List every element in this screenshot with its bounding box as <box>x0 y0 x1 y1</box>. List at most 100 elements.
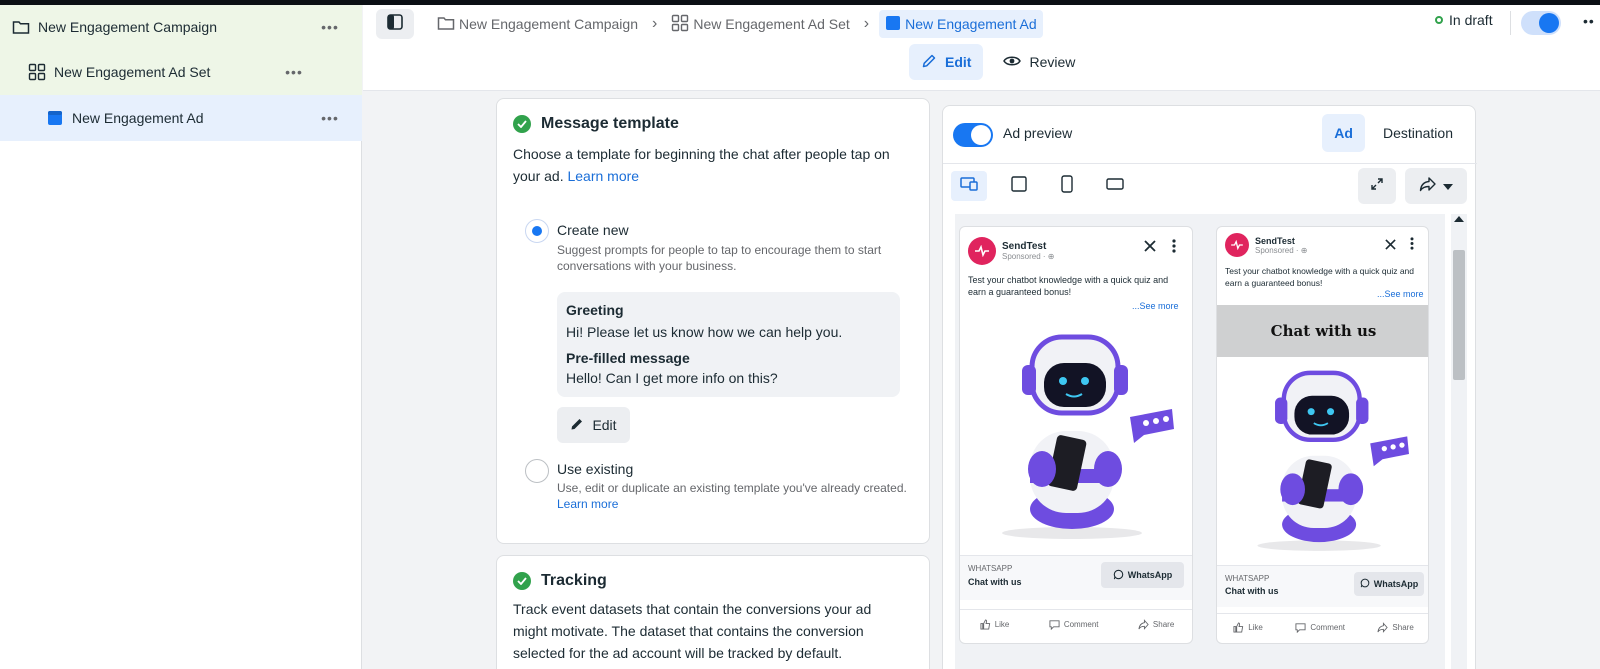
share-icon <box>1419 176 1437 197</box>
draft-status-dot <box>1435 16 1443 24</box>
sidebar-item-label: New Engagement Ad <box>72 110 204 126</box>
like-action: Like <box>1233 622 1263 633</box>
sidebar-item-label: New Engagement Ad Set <box>54 63 211 80</box>
platform-label: WHATSAPP <box>968 564 1013 573</box>
multi-placement-button[interactable] <box>951 171 987 201</box>
ads-manager-app: New Engagement Campaign ••• New Engageme… <box>0 5 1600 669</box>
tab-review[interactable]: Review <box>991 44 1087 80</box>
expand-button[interactable] <box>1358 168 1396 204</box>
tab-edit[interactable]: Edit <box>909 44 984 80</box>
greeting-value: Hi! Please let us know how we can help y… <box>566 324 843 340</box>
page-name: SendTest <box>1002 241 1047 252</box>
message-template-title: Message template <box>513 115 679 133</box>
sponsored-label: Sponsored · ⊕ <box>1255 245 1308 255</box>
pencil-icon <box>570 417 584 434</box>
ad-on-off-toggle[interactable] <box>1521 11 1561 35</box>
more-options-icon[interactable]: ••• <box>320 19 340 35</box>
whatsapp-button: WhatsApp <box>1101 562 1184 588</box>
vertical-placement-button[interactable] <box>1049 171 1085 201</box>
grid-icon <box>671 14 689 35</box>
folder-icon <box>437 15 455 34</box>
ad-cta-bar: WHATSAPP Chat with us WhatsApp <box>1217 565 1428 607</box>
status-badge: In draft <box>1435 12 1493 28</box>
kebab-icon <box>1172 239 1176 256</box>
ad-media-image: Chat with us <box>1217 305 1428 565</box>
check-circle-icon <box>513 115 531 133</box>
panel-toggle-button[interactable] <box>376 9 414 39</box>
divider <box>1510 11 1511 35</box>
ad-header: SendTest Sponsored · ⊕ <box>1225 233 1308 257</box>
ad-preview-panel: Ad preview Ad Destination SendTest Spons… <box>942 105 1477 669</box>
edit-label: Edit <box>592 417 617 433</box>
sidebar-item-label: New Engagement Campaign <box>38 18 217 35</box>
learn-more-link[interactable]: Learn more <box>567 168 639 184</box>
ad-primary-text: Test your chatbot knowledge with a quick… <box>1225 266 1415 288</box>
breadcrumb-ad-label: New Engagement Ad <box>905 16 1037 32</box>
ad-preview-toggle[interactable] <box>953 123 993 147</box>
edit-template-button[interactable]: Edit <box>557 407 630 443</box>
cta-headline: Chat with us <box>1225 586 1279 596</box>
landscape-placement-button[interactable] <box>1097 171 1133 201</box>
page-logo-icon <box>1225 233 1249 257</box>
like-action: Like <box>980 619 1009 630</box>
preview-tabs: Ad Destination <box>1322 114 1465 152</box>
tab-review-label: Review <box>1029 54 1076 70</box>
sponsored-label: Sponsored · ⊕ <box>1002 252 1055 261</box>
whatsapp-label: WhatsApp <box>1373 579 1419 589</box>
more-options-icon[interactable]: •• <box>1583 13 1595 29</box>
landscape-icon <box>1106 177 1124 195</box>
sidebar-item-adset[interactable]: New Engagement Ad Set ••• <box>0 48 362 95</box>
preview-scrollbar[interactable] <box>1451 214 1467 669</box>
ad-preview-feed[interactable]: SendTest Sponsored · ⊕ Test your chatbot… <box>959 226 1193 644</box>
tab-ad[interactable]: Ad <box>1322 114 1365 152</box>
more-options-icon[interactable]: ••• <box>320 110 340 126</box>
panel-toggle-icon <box>387 13 403 35</box>
status-label: In draft <box>1449 12 1493 28</box>
square-icon <box>1011 175 1027 197</box>
phone-icon <box>1061 174 1073 198</box>
tab-destination[interactable]: Destination <box>1371 114 1465 152</box>
share-preview-button[interactable] <box>1405 168 1467 204</box>
square-placement-button[interactable] <box>1001 171 1037 201</box>
chevron-right-icon: › <box>863 15 870 32</box>
whatsapp-icon <box>1113 569 1124 582</box>
ad-primary-text: Test your chatbot knowledge with a quick… <box>968 275 1169 297</box>
sidebar: New Engagement Campaign ••• New Engageme… <box>0 5 362 669</box>
kebab-icon <box>1410 237 1414 253</box>
close-icon <box>1144 239 1156 257</box>
whatsapp-button: WhatsApp <box>1354 572 1424 596</box>
breadcrumb-adset[interactable]: New Engagement Ad Set <box>667 10 853 38</box>
check-circle-icon <box>513 572 531 590</box>
see-more-link: ...See more <box>1377 289 1424 299</box>
folder-icon <box>12 18 30 36</box>
share-label: Share <box>1152 620 1175 629</box>
share-label: Share <box>1392 623 1414 632</box>
breadcrumb-adset-label: New Engagement Ad Set <box>693 16 850 32</box>
learn-more-link[interactable]: Learn more <box>557 497 618 511</box>
desktop-mobile-icon <box>960 176 978 196</box>
comment-action: Comment <box>1049 619 1099 630</box>
divider <box>943 163 1477 164</box>
page-name: SendTest <box>1255 235 1295 246</box>
sidebar-item-ad[interactable]: New Engagement Ad ••• <box>0 95 362 141</box>
ad-square-icon <box>46 109 64 127</box>
sidebar-item-campaign[interactable]: New Engagement Campaign ••• <box>0 5 362 48</box>
use-existing-radio[interactable] <box>525 459 549 483</box>
scroll-up-icon[interactable] <box>1454 216 1464 222</box>
scroll-thumb[interactable] <box>1453 250 1465 380</box>
grid-icon <box>28 63 46 81</box>
breadcrumb-campaign[interactable]: New Engagement Campaign <box>433 10 642 38</box>
greeting-label: Greeting <box>566 302 624 318</box>
close-icon <box>1385 237 1396 255</box>
breadcrumb-ad[interactable]: New Engagement Ad <box>879 10 1043 38</box>
create-new-radio[interactable] <box>525 219 549 243</box>
more-options-icon[interactable]: ••• <box>284 64 304 80</box>
tab-edit-label: Edit <box>945 54 972 70</box>
whatsapp-label: WhatsApp <box>1127 570 1173 580</box>
section-title: Tracking <box>541 572 607 589</box>
chevron-right-icon: › <box>652 15 658 32</box>
ad-preview-stories[interactable]: SendTest Sponsored · ⊕ Test your chatbot… <box>1216 226 1429 644</box>
cta-headline: Chat with us <box>968 577 1022 587</box>
ad-media-image <box>960 319 1192 555</box>
tracking-card: Tracking Track event datasets that conta… <box>496 555 930 669</box>
